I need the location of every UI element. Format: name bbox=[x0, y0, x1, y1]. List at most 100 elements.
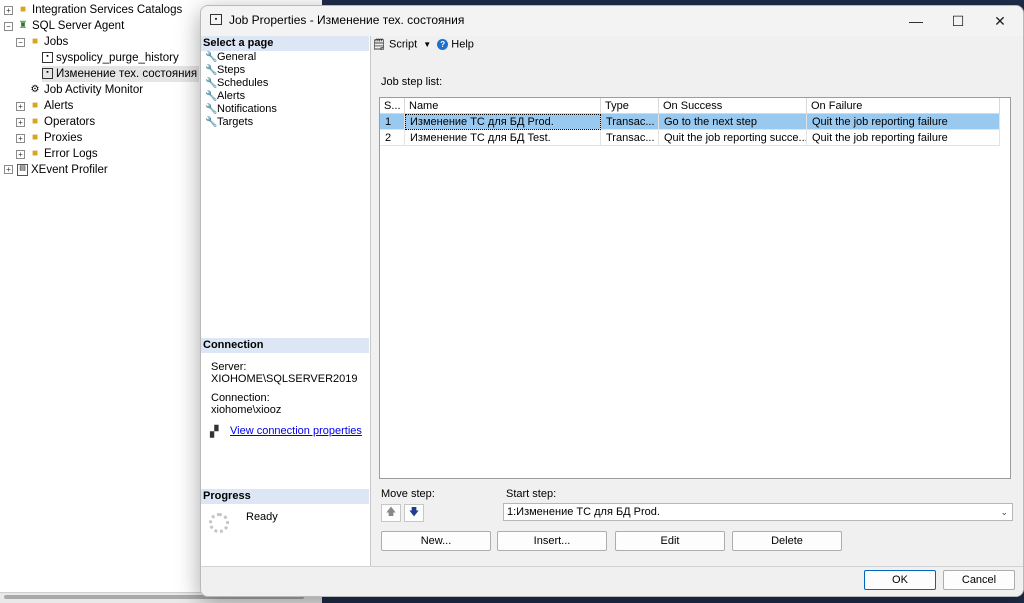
expand-icon[interactable]: + bbox=[16, 149, 25, 159]
job-step-grid[interactable]: S... Name Type On Success On Failure 1 И… bbox=[379, 97, 1011, 479]
tree-item-label: Error Logs bbox=[44, 148, 98, 161]
server-value: XIOHOME\SQLSERVER2019 bbox=[211, 373, 358, 385]
progress-status: Ready bbox=[246, 511, 278, 523]
connection-properties-icon: ▞ bbox=[210, 426, 219, 438]
tree-item-label: Job Activity Monitor bbox=[44, 84, 144, 97]
tree-item-alerts[interactable]: + ■ Alerts bbox=[16, 98, 73, 114]
wrench-icon: 🔧 bbox=[205, 104, 218, 115]
agent-icon: ♜ bbox=[18, 20, 28, 31]
expand-icon[interactable]: + bbox=[16, 117, 25, 127]
tree-item-label: Alerts bbox=[44, 100, 74, 113]
tree-item-label: SQL Server Agent bbox=[32, 20, 125, 33]
cell-type: Transac... bbox=[601, 114, 659, 130]
page-steps[interactable]: 🔧Steps bbox=[205, 64, 246, 77]
dialog-footer: OK Cancel bbox=[201, 566, 1023, 596]
move-step-label: Move step: bbox=[381, 488, 435, 500]
insert-button[interactable]: Insert... bbox=[497, 531, 607, 551]
page-general[interactable]: 🔧General bbox=[205, 51, 256, 64]
page-notifications[interactable]: 🔧Notifications bbox=[205, 103, 277, 116]
select-page-header: Select a page bbox=[201, 36, 369, 51]
server-label: Server: bbox=[211, 361, 247, 373]
connection-label: Connection: bbox=[211, 392, 270, 404]
cell-step: 1 bbox=[380, 114, 405, 130]
new-button[interactable]: New... bbox=[381, 531, 491, 551]
wrench-icon: 🔧 bbox=[205, 117, 218, 128]
collapse-icon[interactable]: − bbox=[4, 21, 13, 31]
start-step-select[interactable]: 1:Изменение ТС для БД Prod. ⌄ bbox=[503, 503, 1013, 521]
wrench-icon: 🔧 bbox=[205, 52, 218, 63]
progress-spinner-icon bbox=[209, 513, 229, 533]
tree-item-operators[interactable]: + ■ Operators bbox=[16, 114, 95, 130]
script-button[interactable]: Script bbox=[389, 39, 417, 51]
cell-on-failure: Quit the job reporting failure bbox=[807, 114, 1000, 130]
wrench-icon: 🔧 bbox=[205, 78, 218, 89]
move-up-button[interactable]: 🡅 bbox=[381, 504, 401, 522]
connection-header: Connection bbox=[201, 338, 369, 353]
table-row[interactable]: 1 Изменение ТС для БД Prod. Transac... G… bbox=[380, 114, 1000, 130]
arrow-up-icon: 🡅 bbox=[385, 507, 397, 518]
job-step-list-label: Job step list: bbox=[381, 76, 443, 88]
cancel-button[interactable]: Cancel bbox=[943, 570, 1015, 590]
script-dropdown-icon[interactable]: ▼ bbox=[423, 40, 431, 49]
expand-icon[interactable]: + bbox=[16, 101, 25, 111]
tree-item-error-logs[interactable]: + ■ Error Logs bbox=[16, 146, 98, 162]
tree-item-selected-job[interactable]: ▪ Изменение тех. состояния bbox=[42, 66, 200, 82]
cell-on-success: Quit the job reporting succe... bbox=[659, 130, 807, 146]
folder-icon: ■ bbox=[31, 36, 39, 47]
tree-item-sql-server-agent[interactable]: − ♜ SQL Server Agent bbox=[4, 18, 124, 34]
folder-icon: ■ bbox=[31, 100, 39, 111]
tree-item-jobs[interactable]: − ■ Jobs bbox=[16, 34, 68, 50]
toolbar: 🗒 Script ▼ ? Help bbox=[372, 38, 772, 56]
expand-icon[interactable]: + bbox=[4, 165, 13, 175]
cell-on-success: Go to the next step bbox=[659, 114, 807, 130]
column-header-on-failure[interactable]: On Failure bbox=[807, 98, 1000, 114]
tree-item-integration-services[interactable]: + ■ Integration Services Catalogs bbox=[4, 2, 182, 18]
left-pane: Select a page 🔧General 🔧Steps 🔧Schedules… bbox=[201, 36, 371, 566]
tree-item-job-activity-monitor[interactable]: ⚙ Job Activity Monitor bbox=[29, 82, 144, 98]
expand-icon[interactable]: + bbox=[16, 133, 25, 143]
page-alerts[interactable]: 🔧Alerts bbox=[205, 90, 245, 103]
tree-item-label: Изменение тех. состояния bbox=[56, 68, 198, 80]
edit-button[interactable]: Edit bbox=[615, 531, 725, 551]
job-icon: ▪ bbox=[42, 52, 53, 64]
ok-button[interactable]: OK bbox=[864, 570, 936, 590]
start-step-value: 1:Изменение ТС для БД Prod. bbox=[507, 506, 660, 518]
help-icon: ? bbox=[437, 39, 449, 50]
page-targets[interactable]: 🔧Targets bbox=[205, 116, 253, 129]
tree-item-label: Proxies bbox=[44, 132, 83, 145]
tree-item-proxies[interactable]: + ■ Proxies bbox=[16, 130, 82, 146]
window-icon: ▪ bbox=[210, 14, 222, 25]
script-icon: 🗒 bbox=[372, 39, 386, 51]
minimize-button[interactable]: — bbox=[893, 6, 939, 36]
wrench-icon: 🔧 bbox=[205, 91, 218, 102]
cell-step: 2 bbox=[380, 130, 405, 146]
column-header-type[interactable]: Type bbox=[601, 98, 659, 114]
folder-icon: ■ bbox=[31, 132, 39, 143]
tree-item-syspolicy-job[interactable]: ▪ syspolicy_purge_history bbox=[42, 50, 179, 66]
delete-button[interactable]: Delete bbox=[732, 531, 842, 551]
column-header-name[interactable]: Name bbox=[405, 98, 601, 114]
column-header-on-success[interactable]: On Success bbox=[659, 98, 807, 114]
monitor-icon: ⚙ bbox=[30, 84, 40, 95]
progress-header: Progress bbox=[201, 489, 369, 504]
profiler-icon: ▤ bbox=[17, 163, 28, 176]
table-row[interactable]: 2 Изменение ТС для БД Test. Transac... Q… bbox=[380, 130, 1000, 146]
view-connection-properties-link[interactable]: View connection properties bbox=[230, 425, 362, 437]
maximize-button[interactable]: ☐ bbox=[935, 6, 981, 36]
collapse-icon[interactable]: − bbox=[16, 37, 25, 47]
help-button[interactable]: Help bbox=[451, 39, 474, 51]
move-down-button[interactable]: 🡇 bbox=[404, 504, 424, 522]
tree-item-xevent-profiler[interactable]: + ▤ XEvent Profiler bbox=[4, 162, 108, 178]
folder-icon: ■ bbox=[31, 116, 39, 127]
column-header-step[interactable]: S... bbox=[380, 98, 405, 114]
title-bar[interactable]: ▪ Job Properties - Изменение тех. состоя… bbox=[201, 6, 1023, 36]
folder-icon: ■ bbox=[31, 148, 39, 159]
close-button[interactable]: ✕ bbox=[977, 6, 1023, 36]
expand-icon[interactable]: + bbox=[4, 5, 13, 15]
page-schedules[interactable]: 🔧Schedules bbox=[205, 77, 268, 90]
cell-type: Transac... bbox=[601, 130, 659, 146]
window-title: Job Properties - Изменение тех. состояни… bbox=[229, 13, 465, 27]
tree-item-label: Integration Services Catalogs bbox=[32, 4, 183, 17]
folder-icon: ■ bbox=[19, 4, 27, 15]
job-icon: ▪ bbox=[42, 68, 53, 80]
